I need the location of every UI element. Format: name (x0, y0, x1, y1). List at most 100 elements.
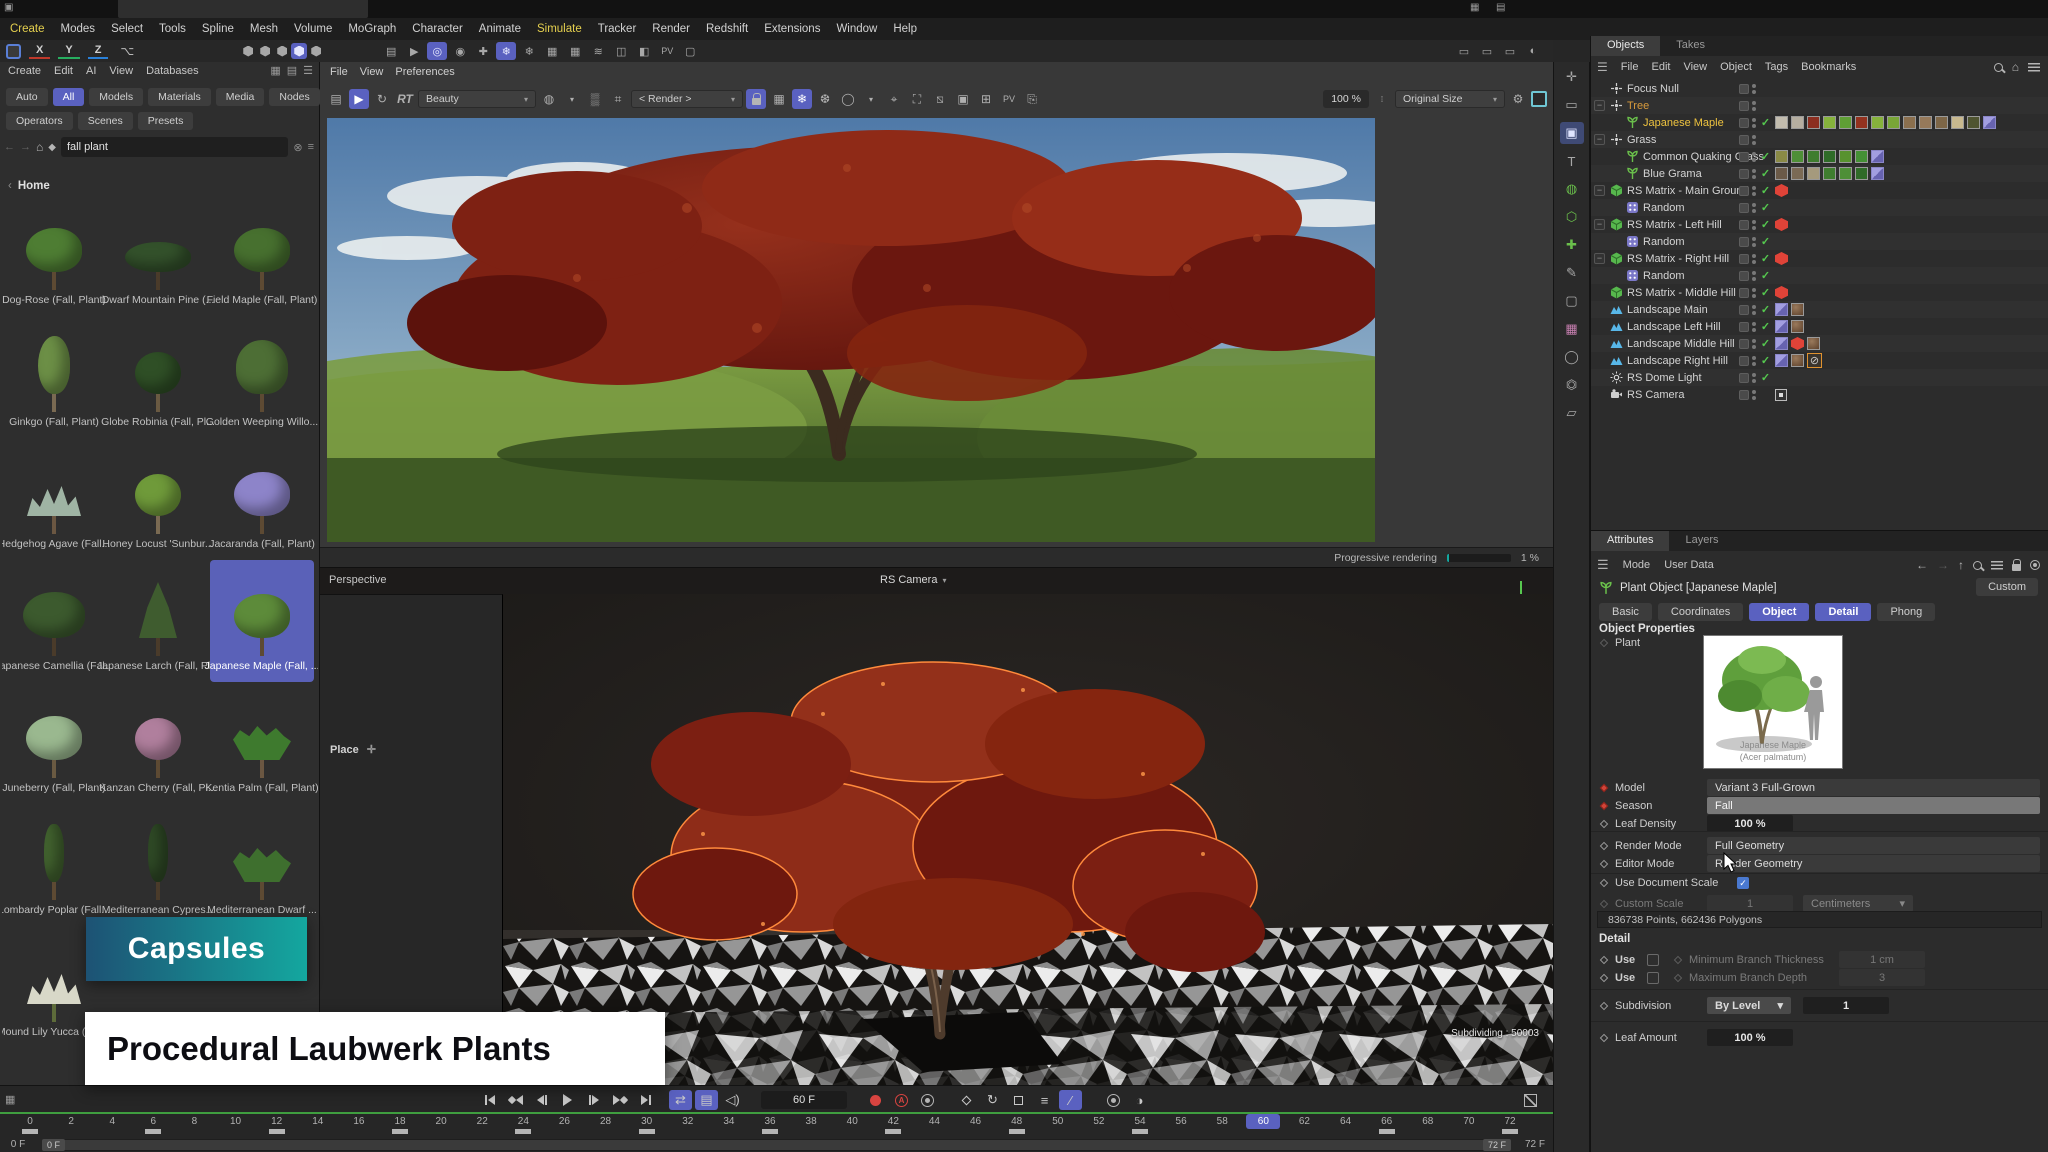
layer-chip[interactable] (1739, 84, 1749, 94)
material-tag-icon[interactable] (1791, 354, 1804, 367)
deform-icon[interactable]: ≋ (588, 42, 608, 60)
texture-tag[interactable] (1791, 150, 1804, 163)
season-dropdown[interactable]: Fall (1707, 797, 2040, 814)
panel-menu-icon[interactable]: ☰ (303, 64, 313, 77)
visibility-dots[interactable] (1752, 390, 1756, 400)
sim-rope-icon[interactable] (274, 43, 290, 59)
object-name[interactable]: Blue Grama (1643, 168, 1702, 180)
tab-objects[interactable]: Objects (1591, 36, 1660, 56)
landscape-object-icon[interactable] (1609, 337, 1623, 351)
range-end-field[interactable]: 72 F (1517, 1139, 1553, 1150)
object-name[interactable]: Random (1643, 202, 1685, 214)
rview-menu-file[interactable]: File (330, 66, 348, 78)
attr-tab-basic[interactable]: Basic (1599, 603, 1652, 621)
material-tag-icon[interactable] (1791, 320, 1804, 333)
texture-tag[interactable] (1807, 150, 1820, 163)
material-tag-icon[interactable] (1807, 337, 1820, 350)
loop-playback-button[interactable]: ⇄ (669, 1090, 692, 1110)
goto-start-button[interactable] (478, 1090, 501, 1110)
texture-tag[interactable] (1823, 150, 1836, 163)
texture-tag[interactable] (1775, 116, 1788, 129)
object-name[interactable]: Focus Null (1627, 83, 1679, 95)
custom-button[interactable]: Custom (1976, 578, 2038, 596)
object-row-random[interactable]: Random✓ (1591, 267, 2048, 284)
expand-toggle-icon[interactable]: − (1594, 185, 1605, 196)
objects-menu-object[interactable]: Object (1720, 61, 1752, 73)
visibility-dots[interactable] (1752, 356, 1756, 366)
landscape-object-icon[interactable] (1609, 320, 1623, 334)
subdivision-mode-dropdown[interactable]: By Level▾ (1707, 997, 1791, 1014)
plant-object-icon[interactable] (1625, 116, 1639, 130)
visibility-dots[interactable] (1752, 220, 1756, 230)
texture-tag[interactable] (1919, 116, 1932, 129)
record-button[interactable] (864, 1090, 887, 1110)
phong-tag-icon[interactable] (1983, 116, 1996, 129)
object-name[interactable]: RS Camera (1627, 389, 1684, 401)
next-frame-button[interactable] (582, 1090, 605, 1110)
assets-menu-edit[interactable]: Edit (54, 65, 73, 77)
menu-volume[interactable]: Volume (294, 23, 332, 35)
layout-monitor-icon-2[interactable]: ▭ (1477, 42, 1497, 60)
refresh-icon[interactable]: ↻ (372, 89, 392, 109)
filter-media[interactable]: Media (216, 88, 265, 106)
layer-chip[interactable] (1739, 220, 1749, 230)
texture-tag[interactable] (1839, 150, 1852, 163)
axis-z-button[interactable]: Z (88, 44, 109, 59)
visibility-dots[interactable] (1752, 254, 1756, 264)
timeline-menu-icon[interactable]: ▦ (5, 1093, 15, 1106)
texture-tag[interactable] (1775, 167, 1788, 180)
filter-operators[interactable]: Operators (6, 112, 73, 130)
rview-menu-preferences[interactable]: Preferences (395, 66, 454, 78)
matrix-object-icon[interactable] (1609, 286, 1623, 300)
place-title[interactable]: Place (330, 744, 359, 756)
sim-softbody-icon[interactable] (291, 43, 307, 59)
plant-preview-thumbnail[interactable]: Japanese Maple (Acer palmatum) (1703, 635, 1843, 769)
asset-tile-japanese-camellia-fal[interactable]: Japanese Camellia (Fal... (2, 560, 106, 682)
back-arrow-icon[interactable]: ← (4, 141, 15, 153)
range-slider[interactable]: 0 F 72 F (42, 1139, 1511, 1151)
texture-tag[interactable] (1823, 116, 1836, 129)
layer-chip[interactable] (1739, 305, 1749, 315)
phong-tag-icon[interactable] (1871, 150, 1884, 163)
pen-tool-icon[interactable]: ✎ (1560, 262, 1584, 284)
redshift-tag-icon[interactable] (1775, 218, 1788, 231)
layer-chip[interactable] (1739, 271, 1749, 281)
grid-array-icon[interactable]: ▦ (542, 42, 562, 60)
visibility-dots[interactable] (1752, 101, 1756, 111)
visibility-dots[interactable] (1752, 135, 1756, 145)
object-name[interactable]: Random (1643, 236, 1685, 248)
tag-tool-icon[interactable]: ▱ (1560, 402, 1584, 424)
enabled-check-icon[interactable]: ✓ (1759, 167, 1772, 180)
object-name[interactable]: Landscape Middle Hill (1627, 338, 1735, 350)
texture-tag[interactable] (1839, 167, 1852, 180)
cube-outline-icon[interactable]: ▢ (1560, 290, 1584, 312)
layer-chip[interactable] (1739, 322, 1749, 332)
object-row-rs-camera[interactable]: RS Camera (1591, 386, 2048, 403)
object-name[interactable]: RS Matrix - Right Hill (1627, 253, 1729, 265)
custom-scale-field[interactable]: 1 (1707, 895, 1793, 912)
object-name[interactable]: Landscape Left Hill (1627, 321, 1721, 333)
visibility-dots[interactable] (1752, 237, 1756, 247)
lock-icon[interactable] (746, 89, 766, 109)
texture-tag[interactable] (1951, 116, 1964, 129)
filter-materials[interactable]: Materials (148, 88, 211, 106)
sim-cloth-icon[interactable] (257, 43, 273, 59)
asset-tile-field-maple-fall-plant[interactable]: Field Maple (Fall, Plant) (210, 194, 314, 316)
asset-tile-globe-robinia-fall-pl[interactable]: Globe Robinia (Fall, Pl... (106, 316, 210, 438)
texture-tag[interactable] (1855, 150, 1868, 163)
phong-tag-icon[interactable] (1775, 354, 1788, 367)
asset-tile-japanese-larch-fall-pl[interactable]: Japanese Larch (Fall, Pl... (106, 560, 210, 682)
layout-icon[interactable]: ▦ (1470, 2, 1479, 13)
asset-tile-dog-rose-fall-plant[interactable]: Dog-Rose (Fall, Plant) (2, 194, 106, 316)
nul-object-icon[interactable] (1609, 82, 1623, 96)
matrix-object-icon[interactable] (1609, 252, 1623, 266)
use-document-scale-checkbox[interactable]: ✓ (1737, 877, 1749, 889)
channel-caret-icon[interactable]: ▾ (562, 89, 582, 109)
sound-button[interactable]: ◁) (721, 1090, 744, 1110)
focus-icon[interactable]: ⌖ (884, 89, 904, 109)
picture-viewer-icon[interactable]: PV (657, 42, 677, 60)
layer-chip[interactable] (1739, 135, 1749, 145)
split-view-icon[interactable]: ◫ (611, 42, 631, 60)
layer-chip[interactable] (1739, 118, 1749, 128)
circle-tool-icon[interactable]: ◯ (1560, 346, 1584, 368)
